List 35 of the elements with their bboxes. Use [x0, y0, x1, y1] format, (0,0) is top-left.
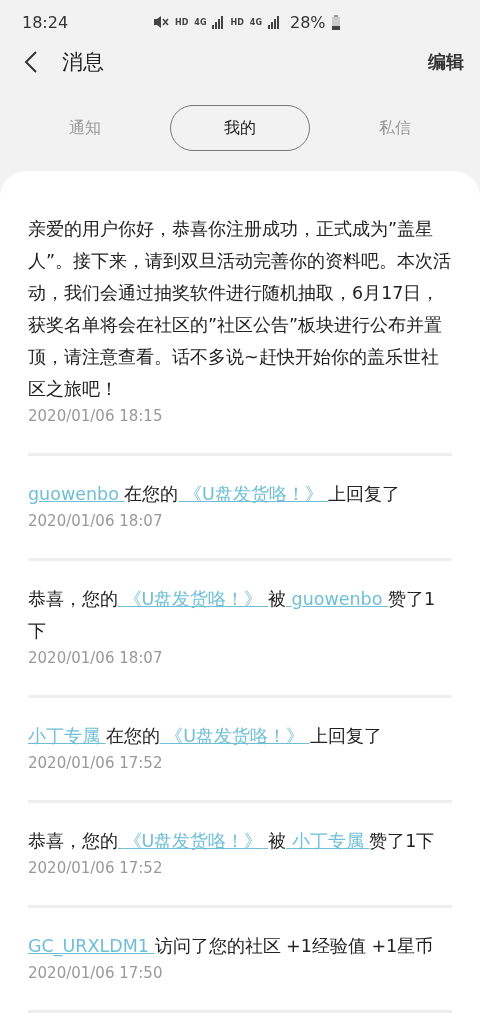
message-link[interactable]: guowenbo: [28, 484, 125, 504]
mute-icon: [153, 15, 169, 30]
page-title: 消息: [62, 48, 105, 76]
signal-icon: [267, 15, 280, 29]
message-text: 恭喜，您的 《U盘发货咯！》 被 guowenbo 赞了1下: [28, 588, 437, 643]
message-time: 2020/01/06 18:07: [28, 648, 164, 669]
message-text: GC_URXLDM1 访问了您的社区 +1经验值 +1星币: [28, 935, 435, 959]
network-label: 4G: [194, 17, 207, 27]
message-text: 小丁专属 在您的 《U盘发货咯！》 上回复了: [28, 725, 383, 748]
signal-icon: [212, 15, 225, 29]
hd-label: HD: [175, 17, 189, 27]
battery-percent: 28%: [289, 12, 326, 32]
message-link[interactable]: 小丁专属: [28, 726, 106, 746]
message-time: 2020/01/06 17:50: [28, 963, 164, 984]
battery-icon: [331, 14, 340, 30]
tab[interactable]: 私信: [324, 105, 465, 151]
message-time: 2020/01/06 18:07: [28, 511, 164, 532]
message-text: guowenbo 在您的 《U盘发货咯！》 上回复了: [28, 483, 402, 506]
message-time: 2020/01/06 17:52: [28, 858, 164, 879]
message-link[interactable]: 《U盘发货咯！》: [178, 484, 329, 504]
clock: 18:24: [22, 12, 70, 32]
network-label: 4G: [249, 17, 262, 27]
edit-button[interactable]: 编辑: [428, 49, 464, 74]
message-link[interactable]: 《U盘发货咯！》: [118, 831, 268, 851]
message-link[interactable]: guowenbo: [285, 589, 389, 609]
message-text: 恭喜，您的 《U盘发货咯！》 被 小丁专属 赞了1下: [28, 830, 436, 853]
message-link[interactable]: 小丁专属: [285, 831, 370, 851]
hd-label: HD: [230, 17, 244, 27]
message-text: 亲爱的用户你好，恭喜你注册成功，正式成为”盖星人”。接下来，请到双旦活动完善你的资料吧。本次活动，我们会通过抽奖软件进行随机抽取，6月17日，获奖名单将会在社区的”社区公告”板块进行公布并置顶，请注意查看。话不多说~赶快开始你的盖乐世社区之旅吧！: [28, 218, 452, 401]
tab[interactable]: 通知: [15, 105, 156, 151]
message-time: 2020/01/06 18:15: [28, 406, 164, 427]
message-time: 2020/01/06 17:52: [28, 753, 164, 774]
message-link[interactable]: 《U盘发货咯！》: [118, 589, 268, 609]
message-link[interactable]: GC_URXLDM1: [28, 936, 155, 956]
message-link[interactable]: 《U盘发货咯！》: [159, 726, 310, 746]
